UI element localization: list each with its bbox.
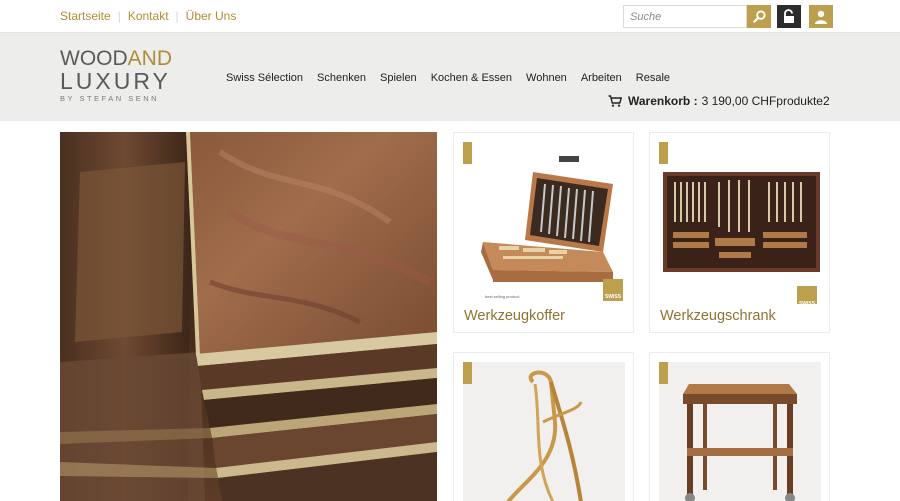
link-startseite[interactable]: Startseite [60, 9, 111, 23]
svg-text:best selling product: best selling product [485, 294, 520, 299]
product-image-serving-cart[interactable] [659, 362, 821, 501]
logo-tagline: BY STEFAN SENN [60, 94, 160, 103]
product-title[interactable]: Werkzeugschrank [660, 308, 776, 324]
logo-line1: WOODAND [60, 47, 172, 70]
nav-spielen[interactable]: Spielen [380, 72, 417, 84]
cart-label: Warenkorb : [628, 94, 698, 108]
craftsman-tag [659, 142, 668, 164]
link-separator: | [175, 9, 179, 23]
swiss-badge: SWISS [797, 286, 817, 304]
nav-wohnen[interactable]: Wohnen [526, 72, 567, 84]
product-card-werkzeugkoffer[interactable]: best selling product SWISS Werkzeugkoffe… [453, 132, 634, 333]
login-button[interactable] [777, 5, 801, 28]
search-icon [752, 10, 766, 23]
top-links: Startseite | Kontakt | Über Uns [60, 9, 236, 23]
nav-swiss-selection[interactable]: Swiss Sélection [226, 72, 303, 84]
logo-line2: LUXURY [60, 68, 171, 94]
craftsman-tag [463, 142, 472, 164]
cart-value: 3 190,00 CHFprodukte2 [701, 94, 830, 108]
site-logo[interactable]: WOODAND LUXURY BY STEFAN SENN [60, 48, 180, 108]
main-content: best selling product SWISS Werkzeugkoffe… [0, 121, 900, 501]
cart-icon [608, 95, 622, 107]
link-kontakt[interactable]: Kontakt [128, 9, 169, 23]
product-image-tool-cabinet[interactable]: SWISS [659, 142, 821, 304]
search-input[interactable] [623, 5, 747, 28]
product-card-serving-cart[interactable] [649, 352, 830, 501]
nav-arbeiten[interactable]: Arbeiten [581, 72, 622, 84]
lock-icon [784, 9, 794, 23]
product-title[interactable]: Werkzeugkoffer [464, 308, 565, 324]
product-card-werkzeugschrank[interactable]: SWISS Werkzeugschrank [649, 132, 830, 333]
site-header: WOODAND LUXURY BY STEFAN SENN Swiss Séle… [0, 34, 900, 121]
search-button[interactable] [747, 5, 771, 28]
product-image-valet-stand[interactable] [463, 362, 625, 501]
main-nav: Swiss Sélection Schenken Spielen Kochen … [226, 72, 684, 84]
swiss-badge: SWISS [603, 279, 623, 301]
nav-resale[interactable]: Resale [636, 72, 670, 84]
cart-summary[interactable]: Warenkorb : 3 190,00 CHFprodukte2 [608, 94, 830, 108]
link-ueber-uns[interactable]: Über Uns [186, 9, 237, 23]
craftsman-tag [463, 362, 472, 384]
user-icon [815, 10, 827, 24]
craftsman-tag [659, 362, 668, 384]
product-image-tool-case[interactable]: best selling product SWISS [463, 142, 625, 304]
link-separator: | [117, 9, 121, 23]
nav-kochen-essen[interactable]: Kochen & Essen [431, 72, 512, 84]
nav-schenken[interactable]: Schenken [317, 72, 366, 84]
account-button[interactable] [809, 5, 833, 28]
product-card-valet-stand[interactable] [453, 352, 634, 501]
top-bar: Startseite | Kontakt | Über Uns [0, 0, 900, 33]
hero-image-wood-planks[interactable] [60, 132, 437, 501]
